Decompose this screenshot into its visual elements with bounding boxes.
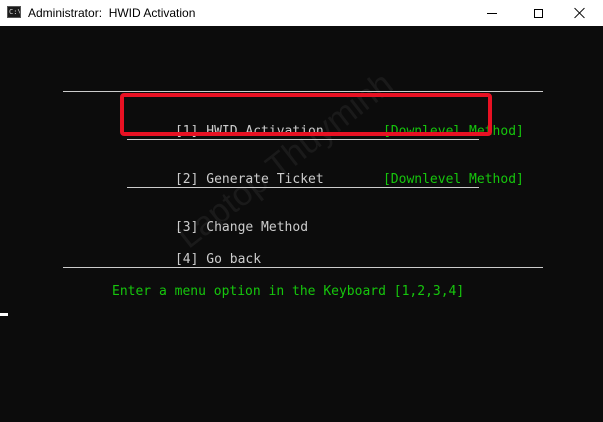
menu-prompt: Enter a menu option in the Keyboard [1,2… [112, 284, 465, 299]
console-icon: C:\ [7, 6, 21, 18]
separator-2 [127, 187, 479, 188]
menu-item-2-tag: [Downlevel Method] [382, 172, 524, 187]
minimize-icon [487, 12, 497, 14]
highlight-box [120, 93, 492, 136]
separator-1 [127, 139, 479, 140]
menu-item-4: [4] Go back [128, 236, 261, 284]
close-icon [574, 7, 586, 19]
menu-item-2: [2] Generate Ticket [128, 156, 324, 204]
title-bar[interactable]: C:\ Administrator: HWID Activation [0, 0, 603, 26]
window-title: Administrator: HWID Activation [28, 6, 196, 20]
separator-bottom [63, 267, 543, 268]
maximize-button[interactable] [515, 0, 561, 26]
minimize-button[interactable] [469, 0, 515, 26]
maximize-icon [533, 8, 543, 18]
menu-item-label: [3] Change Method [174, 220, 309, 235]
console-window: C:\ Administrator: HWID Activation Lapto… [0, 0, 603, 422]
menu-item-label: [4] Go back [174, 252, 262, 267]
text-cursor [0, 313, 8, 316]
close-button[interactable] [557, 0, 603, 26]
separator-top [63, 91, 543, 92]
menu-item-label: [2] Generate Ticket [174, 172, 324, 187]
console-output[interactable]: Laptop Thuyminh [1] HWID Activation [Dow… [0, 26, 603, 422]
